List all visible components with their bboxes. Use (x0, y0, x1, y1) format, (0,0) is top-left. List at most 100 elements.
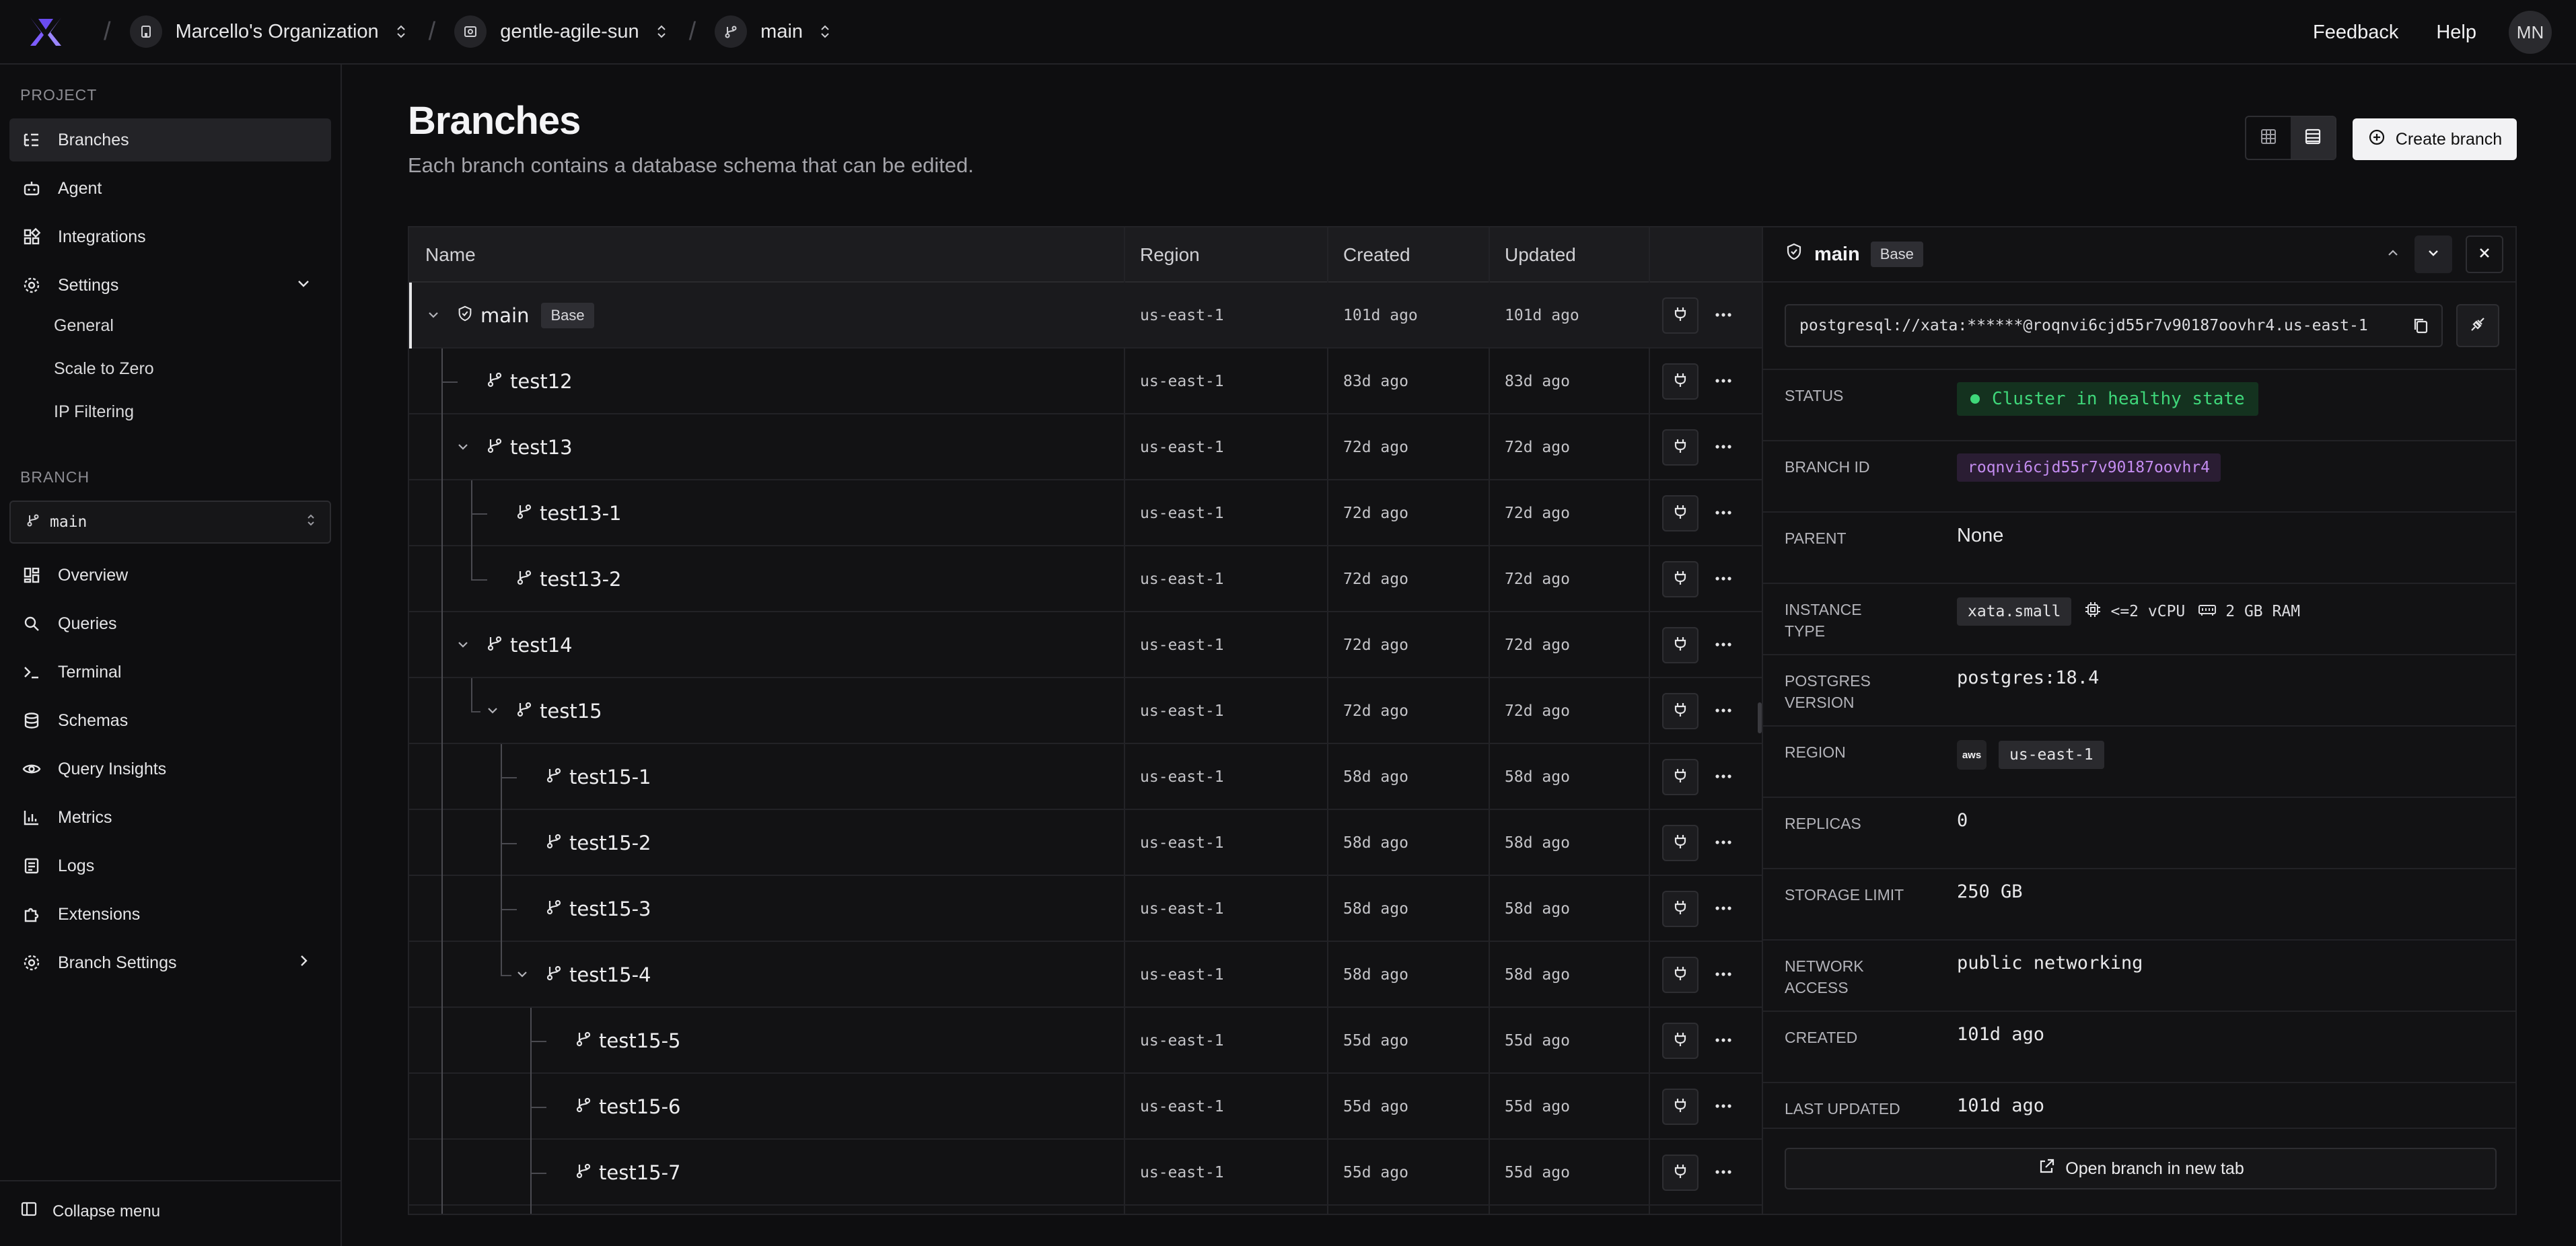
more-icon (1714, 705, 1733, 717)
created-cell: 58d ago (1343, 966, 1408, 984)
open-branch-new-tab-button[interactable]: Open branch in new tab (1785, 1148, 2497, 1189)
more-actions-button[interactable] (1705, 759, 1742, 795)
more-actions-button[interactable] (1705, 429, 1742, 466)
more-actions-button[interactable] (1705, 297, 1742, 334)
feedback-link[interactable]: Feedback (2313, 22, 2398, 44)
connect-button[interactable] (1662, 627, 1698, 663)
table-row[interactable]: test12 us-east-1 83d ago 83d ago (409, 349, 1762, 414)
sidebar-item-extensions[interactable]: Extensions (9, 893, 331, 936)
table-row[interactable]: test15-5 us-east-1 55d ago 55d ago (409, 1008, 1762, 1074)
table-row[interactable]: test15-2 us-east-1 58d ago 58d ago (409, 810, 1762, 876)
connect-button[interactable] (1662, 429, 1698, 466)
column-header-name[interactable]: Name (409, 227, 476, 283)
connect-button[interactable] (1662, 297, 1698, 334)
sidebar-item-overview[interactable]: Overview (9, 554, 331, 597)
table-row[interactable]: test14 us-east-1 72d ago 72d ago (409, 612, 1762, 678)
sidebar-item-branch-settings[interactable]: Branch Settings (9, 941, 331, 984)
column-header-region[interactable]: Region (1124, 227, 1200, 283)
connect-button[interactable] (1662, 561, 1698, 597)
connect-button[interactable] (1662, 495, 1698, 532)
sidebar-item-terminal[interactable]: Terminal (9, 651, 331, 694)
create-branch-button[interactable]: Create branch (2353, 118, 2517, 160)
more-actions-button[interactable] (1705, 825, 1742, 861)
table-row[interactable]: test15 us-east-1 72d ago 72d ago (409, 678, 1762, 744)
connect-button[interactable] (1662, 1023, 1698, 1059)
branch-name: test13-2 (540, 568, 622, 591)
chevron-down-icon[interactable] (515, 967, 529, 984)
sidebar-item-integrations[interactable]: Integrations (9, 215, 331, 258)
sidebar-subitem-scale-to-zero[interactable]: Scale to Zero (54, 359, 154, 379)
more-actions-button[interactable] (1705, 1089, 1742, 1125)
branch-switcher[interactable]: main (715, 15, 834, 48)
git-branch-icon (545, 897, 563, 920)
connect-button[interactable] (1662, 1155, 1698, 1191)
previous-branch-button[interactable] (2374, 235, 2412, 273)
connect-button[interactable] (1662, 693, 1698, 729)
more-actions-button[interactable] (1705, 627, 1742, 663)
plus-circle-icon (2367, 128, 2386, 151)
sidebar-item-branches[interactable]: Branches (9, 118, 331, 161)
more-actions-button[interactable] (1705, 957, 1742, 993)
branch-select[interactable]: main (9, 501, 331, 544)
more-icon (1714, 969, 1733, 981)
table-view-button[interactable] (2291, 117, 2335, 159)
status-text: Cluster in healthy state (1992, 389, 2245, 409)
sidebar-subitem-ip-filtering[interactable]: IP Filtering (54, 402, 134, 422)
table-row[interactable]: test15-6 us-east-1 55d ago 55d ago (409, 1074, 1762, 1140)
connection-string: postgresql://xata:******@roqnvi6cjd55r7v… (1799, 317, 2368, 334)
chevron-down-icon[interactable] (427, 308, 440, 325)
chevron-down-icon[interactable] (456, 440, 470, 457)
table-row[interactable]: main Base us-east-1 101d ago 101d ago (409, 283, 1762, 349)
chevron-down-icon[interactable] (486, 704, 499, 721)
collapse-menu-button[interactable]: Collapse menu (20, 1200, 160, 1222)
more-actions-button[interactable] (1705, 363, 1742, 400)
chevron-down-icon[interactable] (456, 638, 470, 655)
more-actions-button[interactable] (1705, 495, 1742, 532)
connect-button[interactable] (1662, 1089, 1698, 1125)
next-branch-button[interactable] (2414, 235, 2452, 273)
connect-button[interactable] (1662, 825, 1698, 861)
sidebar-item-schemas[interactable]: Schemas (9, 699, 331, 742)
updated-cell: 58d ago (1505, 834, 1570, 852)
table-row[interactable]: test13-1 us-east-1 72d ago 72d ago (409, 480, 1762, 546)
xata-logo[interactable] (27, 13, 65, 50)
table-row[interactable]: test13-2 us-east-1 72d ago 72d ago (409, 546, 1762, 612)
ram-spec: 2 GB RAM (2197, 601, 2300, 622)
column-header-created[interactable]: Created (1327, 227, 1410, 283)
connect-button[interactable] (1662, 759, 1698, 795)
copy-icon[interactable] (2410, 315, 2432, 340)
branch-id-value[interactable]: roqnvi6cjd55r7v90187oovhr4 (1957, 453, 2221, 482)
project-switcher[interactable]: gentle-agile-sun (454, 15, 670, 48)
connect-button[interactable] (1662, 957, 1698, 993)
more-actions-button[interactable] (1705, 561, 1742, 597)
help-link[interactable]: Help (2436, 22, 2476, 44)
connect-button[interactable] (1662, 363, 1698, 400)
sidebar-item-settings[interactable]: Settings (9, 264, 331, 307)
avatar[interactable]: MN (2509, 11, 2552, 54)
project-icon (454, 15, 487, 48)
table-row[interactable]: test15-7 us-east-1 55d ago 55d ago (409, 1140, 1762, 1206)
sidebar-item-queries[interactable]: Queries (9, 602, 331, 645)
more-actions-button[interactable] (1705, 1155, 1742, 1191)
table-row[interactable]: test13 us-east-1 72d ago 72d ago (409, 414, 1762, 480)
table-row[interactable]: test15-1 us-east-1 58d ago 58d ago (409, 744, 1762, 810)
org-switcher[interactable]: Marcello's Organization (129, 15, 410, 48)
branch-name-cell: test15-6 (575, 1074, 681, 1140)
close-panel-button[interactable] (2466, 235, 2503, 273)
connect-button[interactable] (2456, 304, 2499, 347)
more-actions-button[interactable] (1705, 1023, 1742, 1059)
sidebar-subitem-general[interactable]: General (54, 316, 114, 336)
more-actions-button[interactable] (1705, 891, 1742, 927)
connect-button[interactable] (1662, 891, 1698, 927)
connection-string-field[interactable]: postgresql://xata:******@roqnvi6cjd55r7v… (1785, 304, 2443, 347)
column-header-updated[interactable]: Updated (1489, 227, 1576, 283)
sidebar-item-metrics[interactable]: Metrics (9, 796, 331, 839)
grid-view-button[interactable] (2246, 117, 2291, 159)
plug-icon (1672, 701, 1689, 722)
sidebar-item-query-insights[interactable]: Query Insights (9, 747, 331, 791)
sidebar-item-logs[interactable]: Logs (9, 844, 331, 887)
table-row[interactable]: test15-3 us-east-1 58d ago 58d ago (409, 876, 1762, 942)
table-row[interactable]: test15-4 us-east-1 58d ago 58d ago (409, 942, 1762, 1008)
more-actions-button[interactable] (1705, 693, 1742, 729)
sidebar-item-agent[interactable]: Agent (9, 167, 331, 210)
